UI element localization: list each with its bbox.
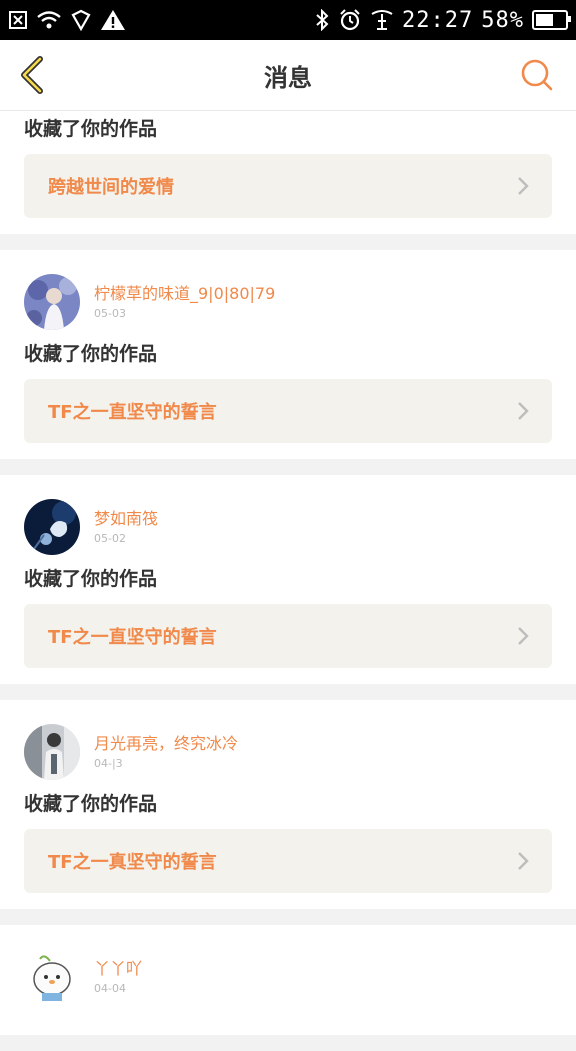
message-action: 收藏了你的作品 [24, 793, 158, 815]
back-button[interactable] [14, 55, 54, 95]
message-list[interactable]: 收藏了你的作品 跨越世间的爱情 柠檬草的味道_9|0|80|79 05-03 收… [0, 111, 576, 1051]
message-action: 收藏了你的作品 [24, 118, 158, 140]
page-title: 消息 [264, 63, 312, 92]
message-action: 收藏了你的作品 [24, 343, 158, 365]
wifi-icon [36, 10, 62, 30]
battery-icon [532, 10, 571, 30]
chevron-right-icon [518, 852, 529, 870]
work-title: TF之一真坚守的誓言 [48, 852, 217, 873]
chevron-right-icon [518, 177, 529, 195]
status-left-icons [8, 9, 126, 31]
work-title: 跨越世间的爱情 [48, 177, 174, 198]
message-card: 收藏了你的作品 跨越世间的爱情 [0, 111, 576, 234]
vpn-shield-icon [70, 9, 92, 31]
avatar[interactable] [24, 499, 80, 555]
chevron-right-icon [518, 627, 529, 645]
work-title: TF之一直坚守的誓言 [48, 627, 217, 648]
avatar[interactable] [24, 274, 80, 330]
work-link[interactable]: 跨越世间的爱情 [24, 154, 552, 218]
message-user[interactable]: 丫丫吖 04-04 [24, 949, 552, 1005]
message-date: 05-02 [94, 532, 126, 545]
work-link[interactable]: TF之一直坚守的誓言 [24, 379, 552, 443]
message-action: 收藏了你的作品 [24, 568, 158, 590]
message-date: 04-04 [94, 982, 126, 995]
user-name[interactable]: 柠檬草的味道_9|0|80|79 [94, 283, 275, 305]
user-name[interactable]: 丫丫吖 [94, 958, 142, 980]
notification-close-icon [8, 10, 28, 30]
status-right-icons: 22:27 58% [314, 7, 571, 33]
message-user[interactable]: 柠檬草的味道_9|0|80|79 05-03 [24, 274, 552, 330]
bluetooth-icon [314, 9, 330, 31]
user-name[interactable]: 月光再亮，终究冰冷 [94, 733, 238, 755]
battery-percent: 58% [481, 7, 524, 33]
avatar[interactable] [24, 949, 80, 1005]
chevron-left-icon [21, 56, 43, 94]
message-date: 04-|3 [94, 757, 123, 770]
work-link[interactable]: TF之一直坚守的誓言 [24, 604, 552, 668]
message-date: 05-03 [94, 307, 126, 320]
status-time: 22:27 [402, 7, 474, 33]
search-icon [521, 59, 553, 91]
message-user[interactable]: 月光再亮，终究冰冷 04-|3 [24, 724, 552, 780]
status-bar: 22:27 58% [0, 0, 576, 40]
chevron-right-icon [518, 402, 529, 420]
message-card: 月光再亮，终究冰冷 04-|3 收藏了你的作品 TF之一真坚守的誓言 [0, 700, 576, 909]
message-card: 柠檬草的味道_9|0|80|79 05-03 收藏了你的作品 TF之一直坚守的誓… [0, 250, 576, 459]
nav-bar: 消息 [0, 40, 576, 111]
message-user[interactable]: 梦如南筏 05-02 [24, 499, 552, 555]
warning-icon [100, 9, 126, 31]
message-card: 梦如南筏 05-02 收藏了你的作品 TF之一直坚守的誓言 [0, 475, 576, 684]
work-link[interactable]: TF之一真坚守的誓言 [24, 829, 552, 893]
alarm-icon [338, 9, 362, 31]
work-title: TF之一直坚守的誓言 [48, 402, 217, 423]
user-name[interactable]: 梦如南筏 [94, 508, 158, 530]
message-card: 丫丫吖 04-04 [0, 925, 576, 1035]
signal-icon [370, 9, 394, 31]
search-button[interactable] [520, 58, 554, 92]
avatar[interactable] [24, 724, 80, 780]
